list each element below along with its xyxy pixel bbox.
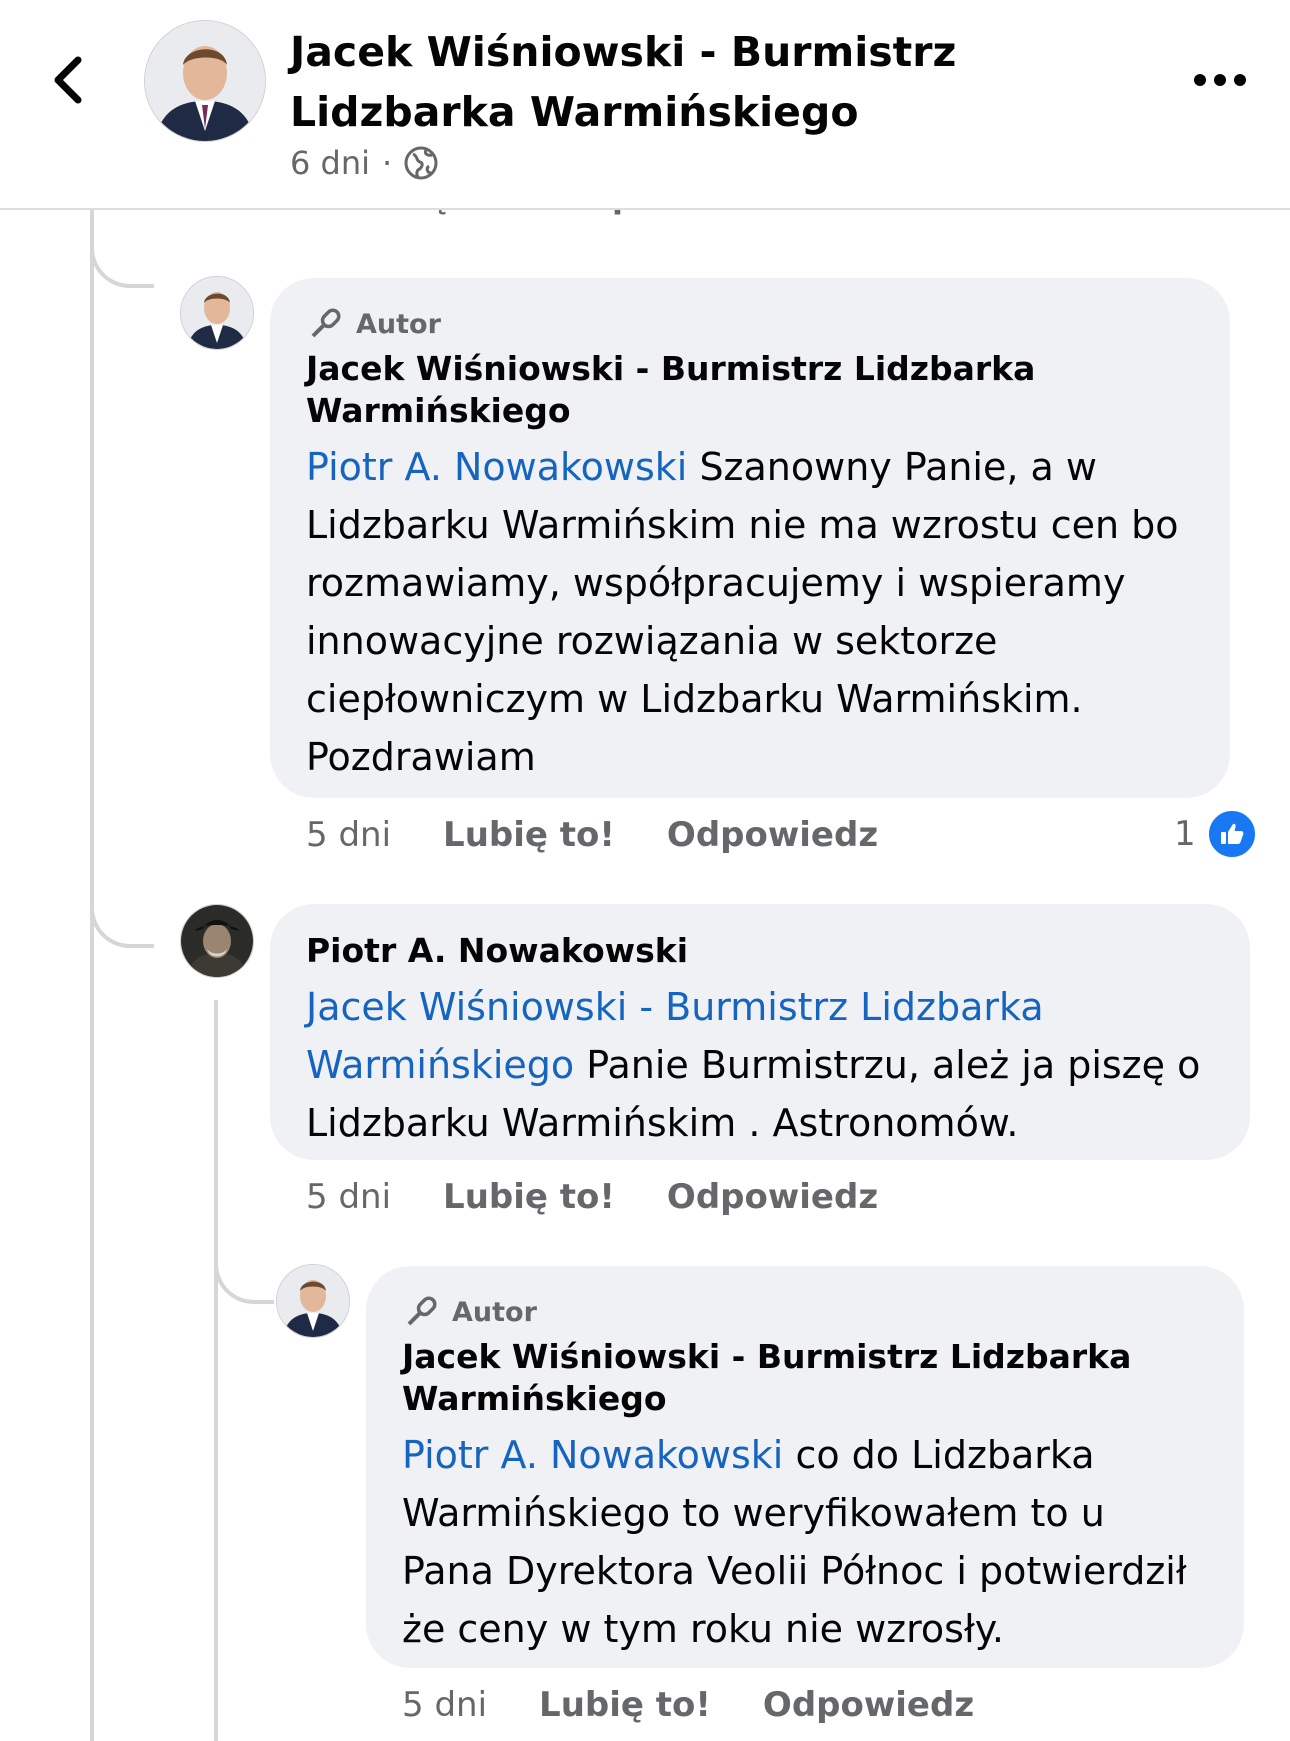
reply-button[interactable]: Odpowiedz: [667, 1177, 878, 1217]
comment-bubble[interactable]: Autor Jacek Wiśniowski - Burmistrz Lidzb…: [366, 1266, 1244, 1668]
microphone-icon: [407, 1296, 437, 1326]
thread-line-nested: [214, 1000, 218, 1741]
author-badge-label: Autor: [452, 1296, 537, 1328]
comment-text: Piotr A. Nowakowski Szanowny Panie, a w …: [306, 438, 1194, 786]
comment-author[interactable]: Piotr A. Nowakowski: [306, 930, 1214, 972]
page-title[interactable]: Jacek Wiśniowski - Burmistrz Lidzbarka W…: [290, 22, 1140, 142]
reaction-count: 1: [1174, 814, 1196, 854]
comment-bubble[interactable]: Autor Jacek Wiśniowski - Burmistrz Lidzb…: [270, 278, 1230, 798]
comment-bubble[interactable]: Piotr A. Nowakowski Jacek Wiśniowski - B…: [270, 904, 1250, 1160]
comment-author[interactable]: Jacek Wiśniowski - Burmistrz Lidzbarka W…: [402, 1336, 1208, 1420]
author-badge: Autor: [402, 1292, 1208, 1332]
person-avatar-icon: [145, 21, 265, 141]
comment-actions: 5 dni Lubię to! Odpowiedz: [402, 1680, 974, 1730]
author-badge: Autor: [306, 304, 1194, 344]
mention-link[interactable]: Piotr A. Nowakowski: [402, 1433, 783, 1477]
reply-button[interactable]: Odpowiedz: [667, 815, 878, 855]
reaction-summary[interactable]: 1: [1174, 808, 1258, 860]
chevron-left-icon: [54, 56, 82, 104]
microphone-icon: [311, 308, 341, 338]
comment-time[interactable]: 5 dni: [402, 1685, 487, 1725]
reply-button[interactable]: Odpowiedz: [763, 1685, 974, 1725]
person-avatar-icon: [181, 905, 253, 977]
back-button[interactable]: [40, 50, 100, 110]
author-badge-label: Autor: [356, 308, 441, 340]
comment-text: Jacek Wiśniowski - Burmistrz Lidzbarka W…: [306, 978, 1214, 1152]
more-horizontal-icon: [1194, 74, 1246, 86]
comment-author[interactable]: Jacek Wiśniowski - Burmistrz Lidzbarka W…: [306, 348, 1194, 432]
like-button[interactable]: Lubię to!: [443, 815, 615, 855]
mention-link[interactable]: Piotr A. Nowakowski: [306, 445, 687, 489]
like-button[interactable]: Lubię to!: [539, 1685, 711, 1725]
thread-connector: [214, 1240, 274, 1304]
thread-connector: [90, 850, 154, 948]
comment-avatar[interactable]: [180, 276, 254, 350]
comment-avatar[interactable]: [180, 904, 254, 978]
comment-actions: 5 dni Lubię to! Odpowiedz: [306, 1172, 878, 1222]
thread-line-main: [90, 190, 94, 1741]
person-avatar-icon: [181, 277, 253, 349]
meta-separator: ·: [382, 144, 393, 182]
globe-icon: [404, 146, 438, 180]
comment-time[interactable]: 5 dni: [306, 1177, 391, 1217]
post-meta: 6 dni ·: [290, 140, 438, 186]
like-button[interactable]: Lubię to!: [443, 1177, 615, 1217]
person-avatar-icon: [277, 1265, 349, 1337]
comment-time[interactable]: 5 dni: [306, 815, 391, 855]
comment-body: Szanowny Panie, a w Lidzbarku Warmińskim…: [306, 445, 1179, 779]
comment-text: Piotr A. Nowakowski co do Lidzbarka Warm…: [402, 1426, 1208, 1658]
like-reaction-icon: [1205, 808, 1258, 860]
top-bar: Jacek Wiśniowski - Burmistrz Lidzbarka W…: [0, 0, 1290, 210]
thread-connector: [90, 222, 154, 288]
page-avatar[interactable]: [144, 20, 266, 142]
post-time[interactable]: 6 dni: [290, 144, 370, 182]
more-options-button[interactable]: [1190, 58, 1250, 102]
thumbs-up-icon: [1220, 823, 1244, 844]
comment-avatar[interactable]: [276, 1264, 350, 1338]
comment-actions: 5 dni Lubię to! Odpowiedz: [306, 810, 878, 860]
